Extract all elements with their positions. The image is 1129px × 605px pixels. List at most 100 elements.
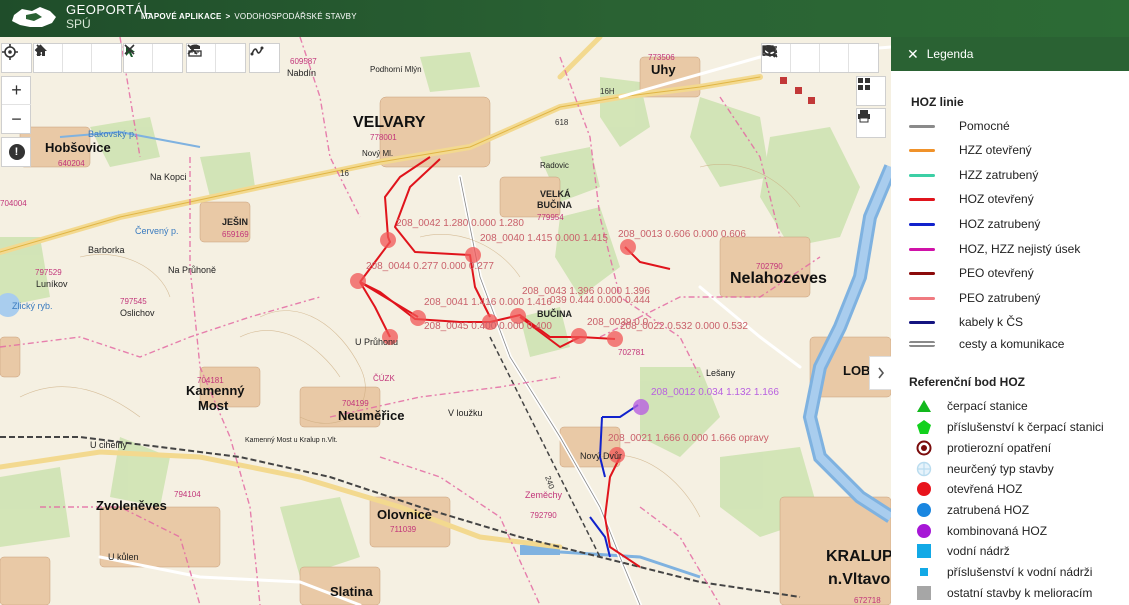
- cadastre-code: 773506: [648, 53, 675, 62]
- legend-point-item: otevřená HOZ: [909, 480, 1022, 498]
- legend-line-label: HOZ zatrubený: [959, 217, 1041, 231]
- town-slatina: Slatina: [330, 584, 373, 599]
- legend-point-label: vodní nádrž: [947, 544, 1010, 558]
- square-icon: [909, 543, 939, 559]
- cadastre-code: 792790: [530, 511, 557, 520]
- line-swatch-icon: [909, 148, 947, 152]
- list-icon[interactable]: [763, 44, 849, 72]
- tools-toolbar: [123, 43, 183, 73]
- route-label[interactable]: 208_0040 1.415 0.000 1.415: [480, 233, 608, 244]
- search-map-icon[interactable]: [762, 44, 820, 72]
- route-label[interactable]: 208_0044 0.277 0.000 0.277: [366, 261, 494, 272]
- town-kralupy-1: KRALUP: [826, 548, 891, 565]
- place-radovic: Radovic: [540, 161, 569, 170]
- place-na-pruhone: Na Průhoně: [168, 265, 217, 275]
- town-neumerice: Neuměřice: [338, 408, 405, 423]
- line-swatch-icon: [909, 124, 947, 128]
- draw-icon[interactable]: [250, 44, 279, 72]
- chevron-right-icon[interactable]: [36, 44, 92, 72]
- legend-line-label: HZZ zatrubený: [959, 168, 1039, 182]
- cadastre-code: 711039: [390, 525, 417, 534]
- legend-line-label: PEO zatrubený: [959, 291, 1041, 305]
- close-icon[interactable]: ✕: [907, 46, 919, 63]
- small-square-icon: [909, 564, 939, 580]
- legend-line-label: cesty a komunikace: [959, 337, 1065, 351]
- route-label[interactable]: 208_0013 0.606 0.000 0.606: [618, 229, 746, 240]
- route-label[interactable]: 039 0.444 0.000 0.444: [550, 295, 650, 306]
- triangle-icon: [909, 399, 939, 413]
- map-view[interactable]: 16 16H 618 240 VELVARY Nelahozeves Hobšo…: [0, 37, 891, 605]
- grid-control: [856, 76, 886, 106]
- legend-point-label: zatrubená HOZ: [947, 503, 1030, 517]
- place-u-cihelny: U cihelny: [90, 440, 128, 450]
- legend-line-item: cesty a komunikace: [909, 335, 1064, 353]
- place-podhorni-mlyn: Podhorní Mlýn: [370, 65, 422, 74]
- line-swatch-icon: [909, 197, 947, 201]
- info-icon[interactable]: !: [2, 138, 31, 166]
- town-nelahozeves: Nelahozeves: [730, 270, 827, 287]
- print-control: [856, 108, 886, 138]
- legend-line-label: HOZ otevřený: [959, 192, 1034, 206]
- print-icon[interactable]: [857, 109, 886, 137]
- measure-toolbar: [186, 43, 246, 73]
- cadastre-code: 640204: [58, 159, 85, 168]
- grid-icon[interactable]: [857, 77, 886, 105]
- cadastre-code: 797545: [120, 297, 147, 306]
- legend-collapse-tab[interactable]: [869, 356, 891, 390]
- route-label[interactable]: 208_0042 1.280 0.000 1.280: [396, 218, 524, 229]
- legend-panel: ✕ Legenda HOZ linie Pomocné HZZ otevřený H…: [891, 37, 1129, 605]
- cadastre-code: 704004: [0, 199, 27, 208]
- place-u-prunovu: U Průhonu: [355, 337, 399, 347]
- legend-point-item: ostatní stavby k melioracím: [909, 584, 1092, 602]
- town-kamenny-most-1: Kamenný: [186, 383, 245, 398]
- road-number: 16H: [600, 87, 615, 96]
- legend-point-label: ostatní stavby k melioracím: [947, 586, 1093, 600]
- brand[interactable]: GEOPORTÁL SPÚ: [66, 3, 151, 32]
- legend-line-item: HOZ, HZZ nejistý úsek: [909, 240, 1080, 258]
- route-label[interactable]: 208_0021 1.666 0.000 1.666 opravy: [608, 433, 769, 444]
- town-bucina: BUČINA: [537, 309, 572, 319]
- close-icon[interactable]: [187, 44, 245, 72]
- town-velka-bucina-1: VELKÁ: [540, 189, 571, 199]
- line-swatch-icon: [909, 222, 947, 226]
- town-uhy: Uhy: [651, 62, 676, 77]
- cadastre-code: 779954: [537, 213, 564, 222]
- legend-title: Legenda: [926, 47, 974, 61]
- legend-point-item: příslušenství k vodní nádrži: [909, 563, 1092, 581]
- legend-point-item: kombinovaná HOZ: [909, 522, 1047, 540]
- place-lesany: Lešany: [706, 368, 736, 378]
- line-swatch-icon: [909, 247, 947, 251]
- town-kralupy-2: n.Vltavo: [828, 571, 891, 588]
- legend-point-label: neurčený typ stavby: [947, 462, 1054, 476]
- place-novy-mlyn: Nový Ml.: [362, 149, 394, 158]
- town-hobsovice: Hobšovice: [45, 140, 111, 155]
- legend-section-hoz-points: Referenční bod HOZ: [909, 375, 1026, 389]
- zoom-out-button[interactable]: −: [2, 105, 31, 133]
- route-label[interactable]: 208_0041 1.416 0.000 1.416: [424, 297, 552, 308]
- spu-logo-icon[interactable]: [8, 3, 60, 33]
- layers-icon[interactable]: [762, 44, 878, 72]
- ring-dot-icon: [909, 440, 939, 456]
- right-toolbar: [761, 43, 879, 73]
- legend-line-item: HZZ zatrubený: [909, 166, 1038, 184]
- close-icon[interactable]: [124, 44, 182, 72]
- line-swatch-icon: [909, 271, 947, 275]
- route-label[interactable]: 208_0012 0.034 1.132 1.166: [651, 387, 779, 398]
- cadastre-code: 609587: [290, 57, 317, 66]
- legend-line-item: HOZ otevřený: [909, 190, 1034, 208]
- info-control: !: [1, 137, 31, 167]
- legend-line-item: Pomocné: [909, 117, 1010, 135]
- legend-header: ✕ Legenda: [891, 37, 1129, 71]
- route-label[interactable]: 208_0045 0.400 0.000 0.400: [424, 321, 552, 332]
- home-icon[interactable]: [35, 44, 121, 72]
- zoom-in-button[interactable]: +: [2, 77, 31, 105]
- cadastre-code: 704181: [197, 376, 224, 385]
- chevron-right-icon: [877, 367, 884, 379]
- line-swatch-icon: [909, 296, 947, 300]
- locate-toolbar: [1, 43, 32, 73]
- route-label[interactable]: 208_0039 0.0: [587, 317, 648, 328]
- town-velvary: VELVARY: [353, 114, 426, 131]
- breadcrumb-map-apps[interactable]: MAPOVÉ APLIKACE: [141, 12, 222, 21]
- crosshair-icon[interactable]: [2, 44, 31, 72]
- cadastre-code: 702781: [618, 348, 645, 357]
